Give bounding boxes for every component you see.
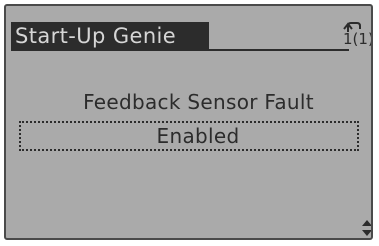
display-frame: Start-Up Genie 1(1) Feedback Sensor Faul… <box>0 0 379 246</box>
parameter-value-field[interactable]: Enabled <box>19 121 359 151</box>
title-underline <box>209 49 349 51</box>
title-bar: Start-Up Genie <box>11 22 209 51</box>
lcd-screen: Start-Up Genie 1(1) Feedback Sensor Faul… <box>4 4 373 240</box>
up-down-scroll-icon[interactable] <box>362 220 372 236</box>
screen-title: Start-Up Genie <box>15 24 177 48</box>
parameter-name: Feedback Sensor Fault <box>83 90 314 114</box>
loop-indicator-label: 1(1) <box>343 30 373 48</box>
loop-indicator: 1(1) <box>340 20 373 52</box>
parameter-value: Enabled <box>156 124 240 148</box>
